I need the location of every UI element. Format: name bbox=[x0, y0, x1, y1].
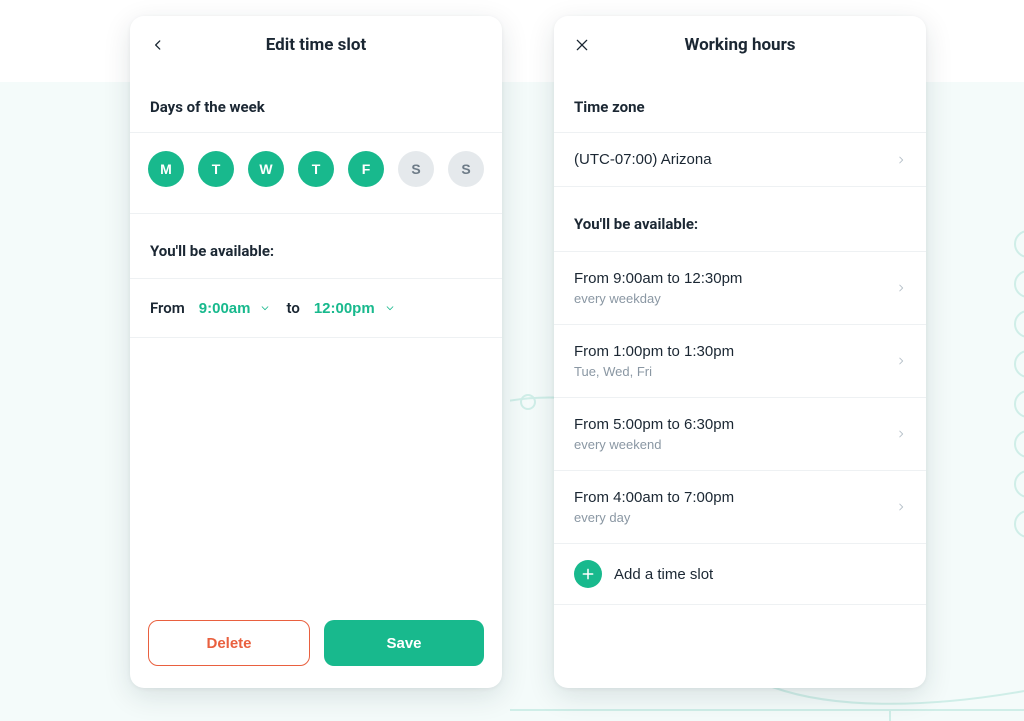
chevron-right-icon bbox=[896, 499, 906, 515]
day-toggle-sat[interactable]: S bbox=[398, 151, 434, 187]
day-toggle-wed[interactable]: W bbox=[248, 151, 284, 187]
days-of-week-picker: M T W T F S S bbox=[130, 133, 502, 214]
footer-actions: Delete Save bbox=[130, 602, 502, 688]
slot-range: From 4:00am to 7:00pm bbox=[574, 489, 734, 506]
slot-detail: Tue, Wed, Fri bbox=[574, 364, 734, 379]
close-icon bbox=[574, 37, 590, 53]
time-slot-row[interactable]: From 4:00am to 7:00pm every day bbox=[554, 471, 926, 544]
add-time-slot-label: Add a time slot bbox=[614, 566, 713, 583]
day-toggle-mon[interactable]: M bbox=[148, 151, 184, 187]
plus-icon bbox=[574, 560, 602, 588]
panel-header: Working hours bbox=[554, 16, 926, 74]
time-range-row: From 9:00am to 12:00pm bbox=[130, 279, 502, 338]
slot-detail: every day bbox=[574, 510, 734, 525]
panel-title: Working hours bbox=[684, 35, 795, 55]
chevron-right-icon bbox=[896, 426, 906, 442]
chevron-left-icon bbox=[151, 38, 165, 52]
back-button[interactable] bbox=[144, 31, 172, 59]
to-keyword: to bbox=[286, 299, 299, 317]
day-toggle-tue[interactable]: T bbox=[198, 151, 234, 187]
day-toggle-sun[interactable]: S bbox=[448, 151, 484, 187]
chevron-right-icon bbox=[896, 152, 906, 168]
timezone-value: (UTC-07:00) Arizona bbox=[574, 151, 712, 168]
from-keyword: From bbox=[150, 299, 185, 317]
day-toggle-thu[interactable]: T bbox=[298, 151, 334, 187]
timezone-label: Time zone bbox=[554, 74, 926, 133]
working-hours-panel: Working hours Time zone (UTC-07:00) Ariz… bbox=[554, 16, 926, 688]
available-label: You'll be available: bbox=[554, 187, 926, 252]
chevron-down-icon bbox=[383, 303, 397, 313]
panel-header: Edit time slot bbox=[130, 16, 502, 74]
days-of-week-label: Days of the week bbox=[130, 74, 502, 133]
delete-button[interactable]: Delete bbox=[148, 620, 310, 666]
chevron-right-icon bbox=[896, 353, 906, 369]
to-time-value: 12:00pm bbox=[314, 300, 375, 317]
slot-range: From 5:00pm to 6:30pm bbox=[574, 416, 734, 433]
panel-title: Edit time slot bbox=[266, 35, 366, 55]
chevron-down-icon bbox=[258, 303, 272, 313]
from-time-picker[interactable]: 9:00am bbox=[199, 300, 273, 317]
edit-time-slot-panel: Edit time slot Days of the week M T W T … bbox=[130, 16, 502, 688]
slot-detail: every weekend bbox=[574, 437, 734, 452]
time-slot-row[interactable]: From 9:00am to 12:30pm every weekday bbox=[554, 252, 926, 325]
time-slot-row[interactable]: From 1:00pm to 1:30pm Tue, Wed, Fri bbox=[554, 325, 926, 398]
timezone-row[interactable]: (UTC-07:00) Arizona bbox=[554, 133, 926, 187]
available-label: You'll be available: bbox=[130, 214, 502, 279]
to-time-picker[interactable]: 12:00pm bbox=[314, 300, 397, 317]
chevron-right-icon bbox=[896, 280, 906, 296]
slot-range: From 9:00am to 12:30pm bbox=[574, 270, 742, 287]
time-slot-row[interactable]: From 5:00pm to 6:30pm every weekend bbox=[554, 398, 926, 471]
day-toggle-fri[interactable]: F bbox=[348, 151, 384, 187]
save-button[interactable]: Save bbox=[324, 620, 484, 666]
slot-detail: every weekday bbox=[574, 291, 742, 306]
close-button[interactable] bbox=[568, 31, 596, 59]
slot-range: From 1:00pm to 1:30pm bbox=[574, 343, 734, 360]
from-time-value: 9:00am bbox=[199, 300, 251, 317]
add-time-slot-button[interactable]: Add a time slot bbox=[554, 544, 926, 605]
